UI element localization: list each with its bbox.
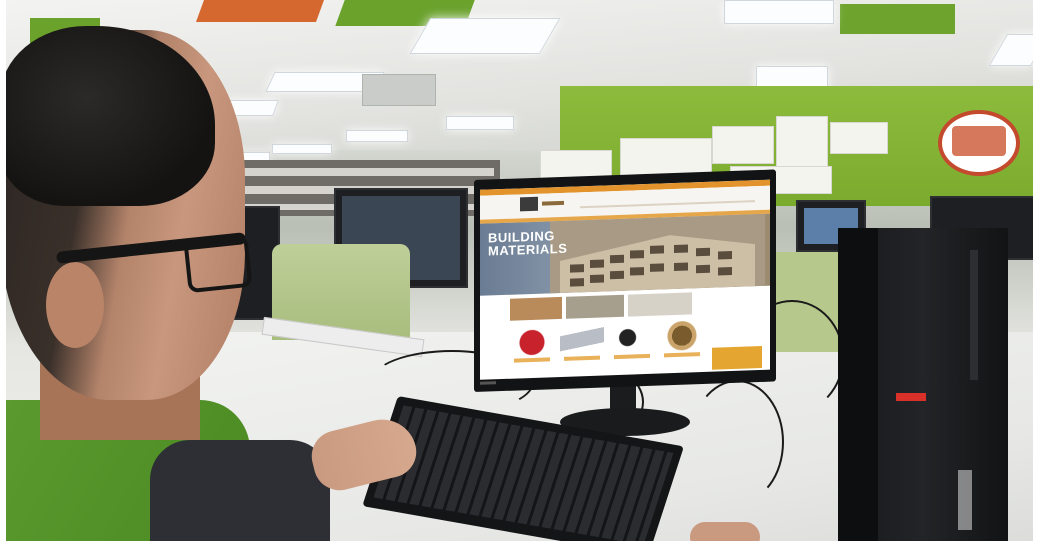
website-image-strip [510, 291, 740, 321]
image-tile [628, 292, 692, 317]
website-on-screen: BUILDING MATERIALS [480, 179, 770, 380]
website-nav [580, 200, 755, 209]
ceiling-green-panel-right [840, 4, 955, 34]
wall-poster [712, 126, 774, 164]
ceiling-light [346, 130, 408, 142]
office-photo: BUILDING MATERIALS [0, 0, 1039, 541]
tower-drive-slot [970, 250, 978, 380]
product-tile [660, 319, 704, 358]
building-photo [550, 213, 765, 294]
wall-round-sign [938, 110, 1020, 176]
desktop-tower-side [838, 228, 878, 541]
ceiling-orange-panel [195, 0, 325, 22]
ceiling-light [724, 0, 834, 24]
website-cta-box [712, 345, 762, 370]
monitor-brand-logo [480, 381, 496, 385]
air-conditioner-vent [362, 74, 436, 106]
tower-brand-logo [958, 470, 972, 530]
glasses-lens [183, 234, 253, 294]
person-other-hand [690, 522, 760, 541]
shelf-row [236, 168, 494, 176]
person-ear [46, 262, 104, 348]
wall-poster [830, 122, 888, 154]
website-hero-banner: BUILDING MATERIALS [480, 213, 770, 296]
tower-red-badge [896, 393, 926, 401]
ceiling-light [446, 116, 514, 130]
website-logo-text [542, 200, 564, 206]
product-tile [510, 325, 554, 363]
image-tile [510, 296, 562, 321]
image-tile [566, 294, 624, 319]
website-logo-icon [520, 196, 538, 212]
product-tile [560, 323, 604, 361]
main-monitor: BUILDING MATERIALS [474, 169, 776, 392]
ceiling-light [272, 144, 332, 154]
product-tile [610, 321, 654, 360]
hero-title: BUILDING MATERIALS [488, 228, 568, 259]
ceiling-light [409, 18, 561, 54]
person-jacket [150, 440, 330, 541]
